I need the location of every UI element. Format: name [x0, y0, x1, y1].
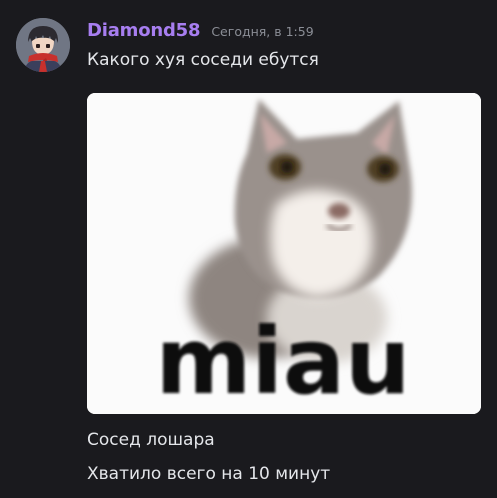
cat-meme-image: miau [87, 93, 481, 414]
chat-message: Diamond58 Сегодня, в 1:59 Какого хуя сос… [0, 0, 497, 498]
username[interactable]: Diamond58 [87, 20, 201, 41]
meme-caption: miau [156, 308, 411, 414]
image-attachment[interactable]: miau [87, 93, 481, 414]
message-timestamp: Сегодня, в 1:59 [211, 24, 314, 39]
anime-character-avatar-icon [16, 18, 70, 72]
user-avatar[interactable] [16, 18, 70, 72]
message-text-line: Хватило всего на 10 минут [87, 464, 331, 484]
message-text-line: Сосед лошара [87, 430, 215, 450]
message-header: Diamond58 Сегодня, в 1:59 [87, 20, 314, 41]
message-text-line: Какого хуя соседи ебутся [87, 50, 319, 70]
